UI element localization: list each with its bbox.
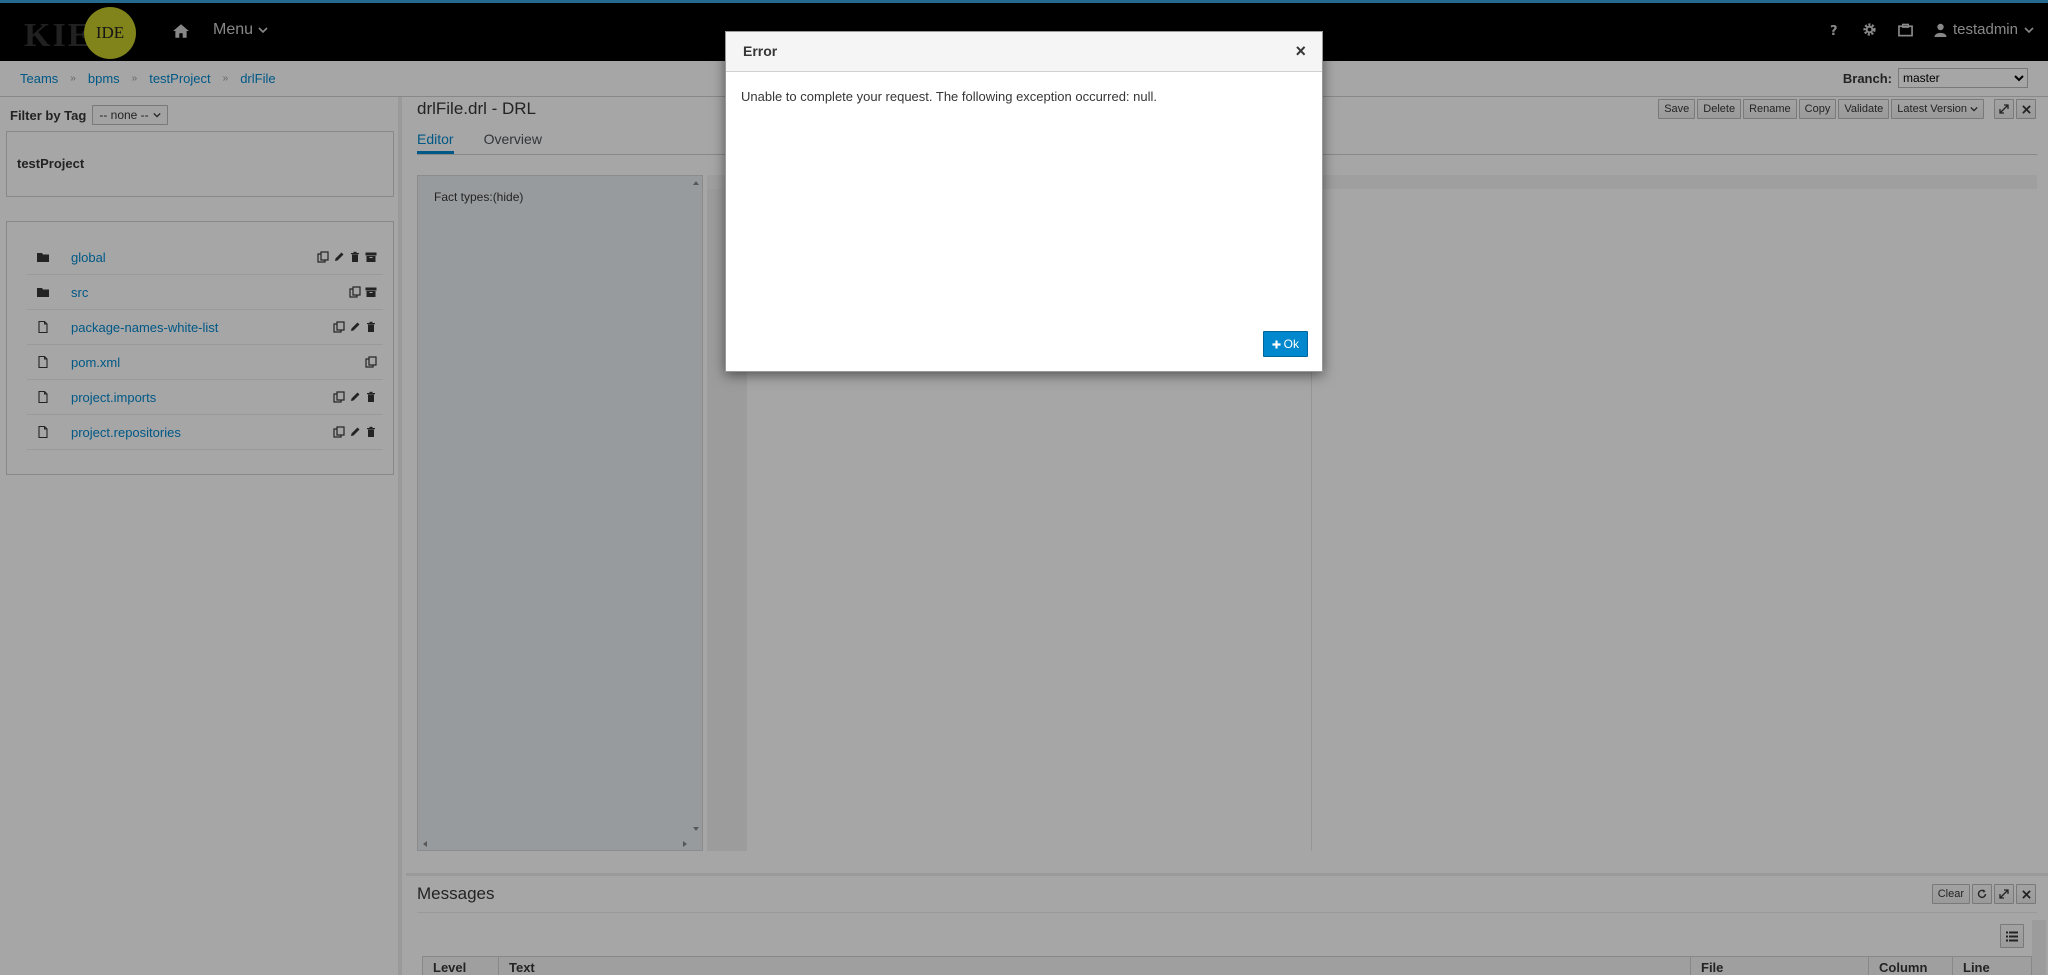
dialog-title: Error xyxy=(743,43,778,59)
ok-label: Ok xyxy=(1283,337,1299,351)
dialog-header: Error × xyxy=(726,32,1322,72)
ok-button[interactable]: Ok xyxy=(1262,331,1308,357)
plus-icon xyxy=(1272,339,1281,349)
close-icon[interactable]: × xyxy=(1295,41,1306,61)
error-dialog: Error × Unable to complete your request.… xyxy=(725,31,1323,372)
dialog-message: Unable to complete your request. The fol… xyxy=(741,89,1157,104)
